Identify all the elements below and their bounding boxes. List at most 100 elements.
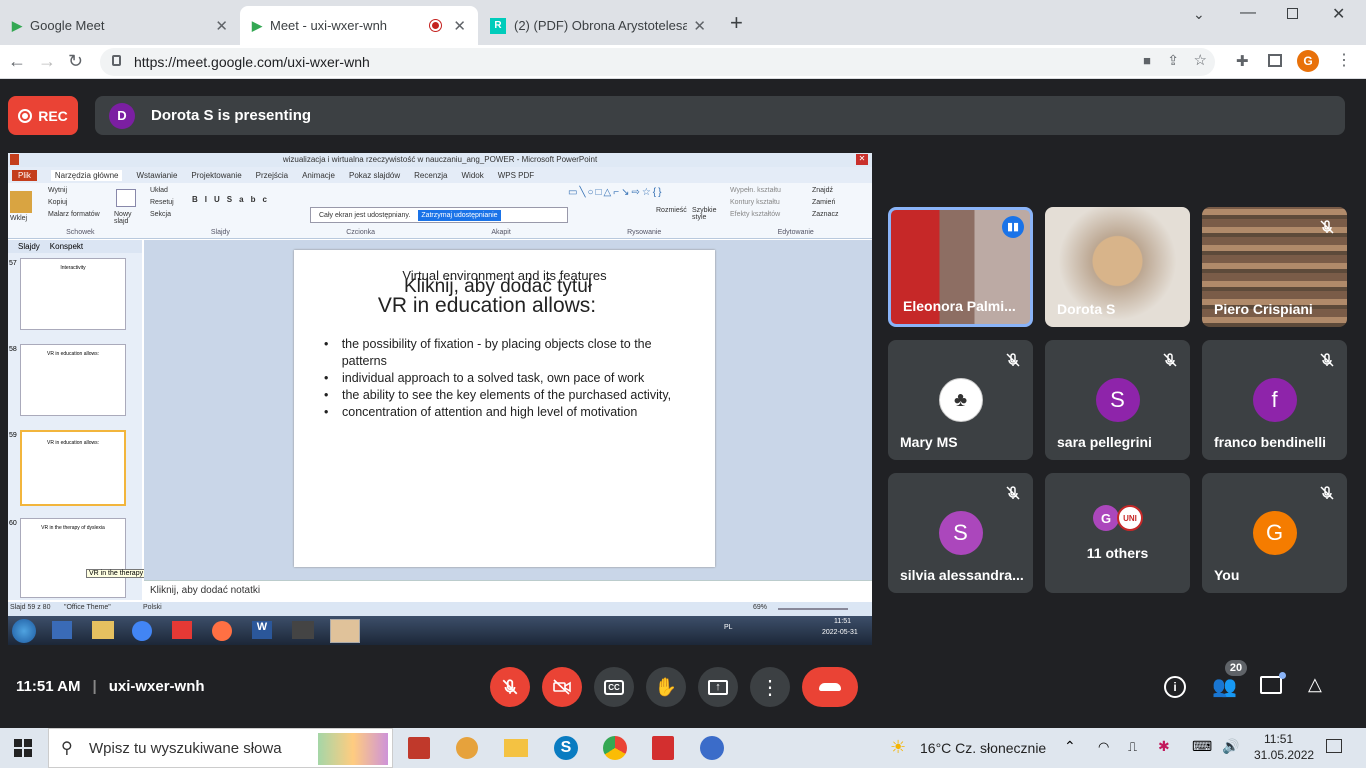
camera-icon[interactable]: ■: [1143, 53, 1151, 68]
shape-outline-button[interactable]: Kontury kształtu: [730, 199, 780, 206]
slide-thumbnail-selected[interactable]: VR in education allows:: [20, 430, 126, 506]
zoom-slider[interactable]: [778, 608, 848, 610]
slide-thumbnail[interactable]: VR in the therapy of dyslexia: [20, 518, 126, 598]
bookmark-star-icon[interactable]: ☆: [1194, 51, 1207, 69]
ribbon-tab-design[interactable]: Projektowanie: [191, 171, 241, 180]
ribbon-tab-wps[interactable]: WPS PDF: [498, 171, 534, 180]
meeting-details-icon[interactable]: i: [1164, 676, 1186, 698]
tray-chevron-icon[interactable]: ⌃: [1064, 738, 1076, 755]
people-icon[interactable]: 👥: [1212, 674, 1237, 699]
pane-tab-slides[interactable]: Slajdy: [18, 242, 40, 251]
pane-tab-outline[interactable]: Konspekt: [50, 242, 83, 251]
ribbon-tab-view[interactable]: Widok: [462, 171, 484, 180]
present-button[interactable]: ↑: [698, 667, 738, 707]
share-icon[interactable]: ⇪: [1167, 52, 1179, 69]
participant-tile-franco[interactable]: f franco bendinelli: [1202, 340, 1347, 460]
participant-tile-silvia[interactable]: S silvia alessandra...: [888, 473, 1033, 593]
chrome-taskbar-icon[interactable]: [603, 736, 627, 760]
shape-effects-button[interactable]: Efekty kształtów: [730, 211, 780, 218]
ribbon-tab-review[interactable]: Recenzja: [414, 171, 447, 180]
section-button[interactable]: Sekcja: [150, 211, 171, 218]
close-tab-icon[interactable]: ✕: [693, 17, 706, 35]
participant-tile-mary[interactable]: ♣ Mary MS: [888, 340, 1033, 460]
skype-icon[interactable]: S: [554, 736, 578, 760]
new-tab-icon[interactable]: +: [730, 10, 743, 36]
ribbon-tab-slideshow[interactable]: Pokaz slajdów: [349, 171, 400, 180]
font-style-buttons[interactable]: BIUSabc: [192, 195, 274, 204]
maximize-icon[interactable]: [1287, 8, 1298, 19]
layout-button[interactable]: Układ: [150, 187, 168, 194]
participant-tile-you[interactable]: G You: [1202, 473, 1347, 593]
raise-hand-button[interactable]: ✋: [646, 667, 686, 707]
close-window-icon[interactable]: ✕: [1332, 4, 1345, 24]
mic-toggle-button[interactable]: [490, 667, 530, 707]
app-icon[interactable]: [700, 736, 724, 760]
format-painter-button[interactable]: Malarz formatów: [48, 211, 100, 218]
tab-google-meet[interactable]: ▶ Google Meet ✕: [0, 6, 240, 45]
reset-button[interactable]: Resetuj: [150, 199, 174, 206]
participant-tile-sara[interactable]: S sara pellegrini: [1045, 340, 1190, 460]
browser-menu-icon[interactable]: ⋮: [1336, 50, 1352, 70]
slide-thumbnail[interactable]: VR in education allows:: [20, 344, 126, 416]
taskbar-search-box[interactable]: ⚲ Wpisz tu wyszukiwane słowa: [48, 728, 393, 768]
tab-search-chevron-icon[interactable]: ⌄: [1193, 6, 1205, 23]
reload-icon[interactable]: ↻: [68, 51, 83, 72]
ribbon-tab-transitions[interactable]: Przejścia: [256, 171, 288, 180]
side-panel-icon[interactable]: [1268, 54, 1282, 67]
select-button[interactable]: Zaznacz: [812, 211, 838, 218]
quick-styles-button[interactable]: Szybkie style: [692, 207, 717, 221]
tab-pdf[interactable]: R (2) (PDF) Obrona Arystotelesa: re ✕: [478, 6, 718, 45]
keyboard-icon[interactable]: ⌨: [1192, 738, 1212, 755]
stop-sharing-button[interactable]: Zatrzymaj udostępnianie: [418, 209, 501, 221]
close-tab-icon[interactable]: ✕: [215, 17, 228, 35]
presentation-app-icon[interactable]: [408, 737, 430, 759]
windows-start-icon[interactable]: [14, 739, 32, 757]
notes-pane[interactable]: Kliknij, aby dodać notatki: [144, 580, 872, 600]
cut-button[interactable]: Wytnij: [48, 187, 67, 194]
replace-button[interactable]: Zamień: [812, 199, 835, 206]
others-tile[interactable]: G UNI 11 others: [1045, 473, 1190, 593]
forward-icon[interactable]: →: [38, 51, 56, 72]
copy-button[interactable]: Kopiuj: [48, 199, 67, 206]
shape-fill-button[interactable]: Wypełn. kształtu: [730, 187, 781, 194]
url-input[interactable]: https://meet.google.com/uxi-wxer-wnh ■ ⇪…: [100, 48, 1215, 76]
leave-call-button[interactable]: [802, 667, 858, 707]
close-tab-icon[interactable]: ✕: [453, 17, 466, 35]
paint-app-icon[interactable]: [456, 737, 478, 759]
chat-icon[interactable]: [1260, 672, 1286, 694]
recording-indicator[interactable]: REC: [8, 96, 78, 135]
slide-thumbnail[interactable]: Interactivity: [20, 258, 126, 330]
minimize-icon[interactable]: —: [1240, 4, 1256, 22]
file-explorer-icon[interactable]: [504, 739, 528, 757]
captions-button[interactable]: CC: [594, 667, 634, 707]
new-slide-icon[interactable]: [116, 189, 136, 207]
current-slide[interactable]: Virtual environment and its features Kli…: [294, 250, 715, 567]
notification-icon[interactable]: [1326, 739, 1342, 753]
volume-icon[interactable]: 🔊: [1222, 738, 1239, 755]
shapes-gallery[interactable]: ▭╲○□△⌐↘⇨☆{}: [568, 187, 661, 219]
ribbon-tab-file[interactable]: Plik: [12, 169, 37, 181]
back-icon[interactable]: ←: [8, 51, 26, 72]
tab-meet-active[interactable]: ▶ Meet - uxi-wxer-wnh ✕: [240, 6, 478, 45]
ribbon-tab-insert[interactable]: Wstawianie: [136, 171, 177, 180]
ppt-close-icon[interactable]: ✕: [856, 154, 868, 165]
extensions-icon[interactable]: ✚: [1236, 52, 1249, 70]
usb-icon[interactable]: ⎍: [1128, 739, 1137, 755]
ribbon-tab-animations[interactable]: Animacje: [302, 171, 335, 180]
find-button[interactable]: Znajdź: [812, 187, 833, 194]
more-options-button[interactable]: ⋮: [750, 667, 790, 707]
arrange-button[interactable]: Rozmieść: [656, 207, 687, 214]
camera-toggle-button[interactable]: [542, 667, 582, 707]
weather-text[interactable]: 16°C Cz. słonecznie: [920, 740, 1046, 756]
system-date[interactable]: 31.05.2022: [1254, 748, 1314, 762]
acrobat-icon[interactable]: [652, 736, 674, 760]
profile-avatar[interactable]: G: [1297, 50, 1319, 72]
participant-tile-dorota[interactable]: Dorota S: [1045, 207, 1190, 327]
wifi-icon[interactable]: ◠: [1098, 739, 1109, 755]
ribbon-tab-home[interactable]: Narzędzia główne: [50, 169, 123, 181]
participant-tile-eleonora[interactable]: ▮▮ Eleonora Palmi...: [888, 207, 1033, 327]
system-time[interactable]: 11:51: [1264, 732, 1293, 746]
gift-icon[interactable]: ✱: [1158, 738, 1170, 755]
paste-icon[interactable]: [10, 191, 32, 213]
participant-tile-piero[interactable]: Piero Crispiani: [1202, 207, 1347, 327]
